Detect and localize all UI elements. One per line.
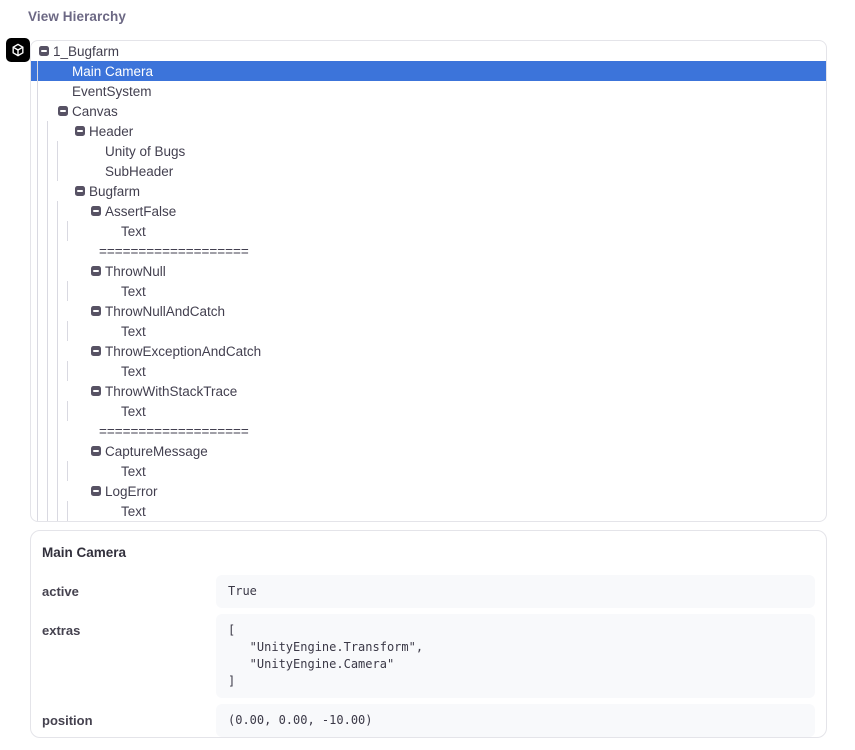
indent-guide xyxy=(37,61,38,521)
tree-node[interactable]: ThrowWithStackTrace xyxy=(31,381,826,401)
field-key: active xyxy=(41,575,216,599)
detail-field-row: activeTrue xyxy=(41,575,815,608)
details-fields: activeTrueextras[ "UnityEngine.Transform… xyxy=(41,575,815,737)
tree-node[interactable]: Unity of Bugs xyxy=(31,141,826,161)
indent-guide xyxy=(57,201,58,521)
collapse-icon[interactable] xyxy=(91,386,101,396)
tree-node-label: Text xyxy=(121,404,146,419)
tree-node-label: SubHeader xyxy=(105,164,173,179)
tree-node[interactable]: CaptureMessage xyxy=(31,441,826,461)
tree-node[interactable]: Text xyxy=(31,221,826,241)
tree-node-label: 1_Bugfarm xyxy=(53,44,119,59)
tree-node-label: Text xyxy=(121,324,146,339)
details-title: Main Camera xyxy=(41,545,815,560)
tree-node-label: ThrowExceptionAndCatch xyxy=(105,344,261,359)
indent-guide xyxy=(67,501,68,521)
tree-node[interactable]: ThrowNull xyxy=(31,261,826,281)
hierarchy-tree: 1_Bugfarm Main Camera EventSystem Canvas Hea… xyxy=(31,41,826,521)
tree-node-label: CaptureMessage xyxy=(105,444,208,459)
tree-node[interactable]: Text xyxy=(31,401,826,421)
tree-node-label: Canvas xyxy=(72,104,118,119)
collapse-icon[interactable] xyxy=(39,46,49,56)
indent-guide xyxy=(67,281,68,301)
tree-node-label: Text xyxy=(121,284,146,299)
unity-logo-icon xyxy=(6,38,30,62)
collapse-icon[interactable] xyxy=(91,206,101,216)
tree-node[interactable]: EventSystem xyxy=(31,81,826,101)
collapse-icon[interactable] xyxy=(91,346,101,356)
tree-node-label: ThrowWithStackTrace xyxy=(105,384,237,399)
tree-node[interactable]: Text xyxy=(31,361,826,381)
tree-node-label: AssertFalse xyxy=(105,204,176,219)
collapse-icon[interactable] xyxy=(91,266,101,276)
tree-node[interactable]: Main Camera xyxy=(31,61,826,81)
tree-node-label: ThrowNull xyxy=(105,264,166,279)
indent-guide xyxy=(67,221,68,241)
detail-field-row: position(0.00, 0.00, -10.00) xyxy=(41,704,815,737)
tree-node-label: ThrowNullAndCatch xyxy=(105,304,225,319)
indent-guide xyxy=(67,401,68,421)
tree-node-label: Text xyxy=(121,504,146,519)
collapse-icon[interactable] xyxy=(91,446,101,456)
node-details-panel: Main Camera activeTrueextras[ "UnityEngi… xyxy=(30,530,827,738)
indent-guide xyxy=(67,361,68,381)
tree-node[interactable]: 1_Bugfarm xyxy=(31,41,826,61)
tree-node-label: Text xyxy=(121,464,146,479)
tree-node[interactable]: Bugfarm xyxy=(31,181,826,201)
tree-node[interactable]: LogError xyxy=(31,481,826,501)
tree-node-label: Bugfarm xyxy=(89,184,140,199)
collapse-icon[interactable] xyxy=(75,126,85,136)
hierarchy-panel: 1_Bugfarm Main Camera EventSystem Canvas Hea… xyxy=(30,40,827,522)
tree-node[interactable]: Canvas xyxy=(31,101,826,121)
indent-guide xyxy=(67,321,68,341)
tree-node-label: =================== xyxy=(99,244,249,259)
tree-node-label: LogError xyxy=(105,484,158,499)
tree-node[interactable]: Header xyxy=(31,121,826,141)
tree-node-label: Main Camera xyxy=(72,64,153,79)
tree-node[interactable]: Text xyxy=(31,321,826,341)
collapse-icon[interactable] xyxy=(91,306,101,316)
collapse-icon[interactable] xyxy=(58,106,68,116)
tree-node[interactable]: ThrowExceptionAndCatch xyxy=(31,341,826,361)
indent-guide xyxy=(57,141,58,181)
tree-node-label: =================== xyxy=(99,424,249,439)
tree-node-label: Text xyxy=(121,224,146,239)
detail-field-row: extras[ "UnityEngine.Transform", "UnityE… xyxy=(41,614,815,698)
field-value: (0.00, 0.00, -10.00) xyxy=(216,704,815,737)
tree-node[interactable]: SubHeader xyxy=(31,161,826,181)
tree-node-label: Unity of Bugs xyxy=(105,144,185,159)
collapse-icon[interactable] xyxy=(91,486,101,496)
indent-guide xyxy=(47,121,48,521)
tree-node[interactable]: ThrowNullAndCatch xyxy=(31,301,826,321)
field-key: extras xyxy=(41,614,216,638)
view-hierarchy-heading: View Hierarchy xyxy=(28,9,126,24)
tree-separator-node[interactable]: =================== xyxy=(31,421,826,441)
indent-guide xyxy=(67,461,68,481)
tree-node-label: Text xyxy=(121,364,146,379)
tree-node[interactable]: Text xyxy=(31,281,826,301)
field-key: position xyxy=(41,704,216,728)
tree-node[interactable]: Text xyxy=(31,501,826,521)
tree-node[interactable]: Text xyxy=(31,461,826,481)
field-value: [ "UnityEngine.Transform", "UnityEngine.… xyxy=(216,614,815,698)
tree-node-label: Header xyxy=(89,124,133,139)
tree-separator-node[interactable]: =================== xyxy=(31,241,826,261)
field-value: True xyxy=(216,575,815,608)
tree-node-label: EventSystem xyxy=(72,84,152,99)
tree-node[interactable]: AssertFalse xyxy=(31,201,826,221)
collapse-icon[interactable] xyxy=(75,186,85,196)
